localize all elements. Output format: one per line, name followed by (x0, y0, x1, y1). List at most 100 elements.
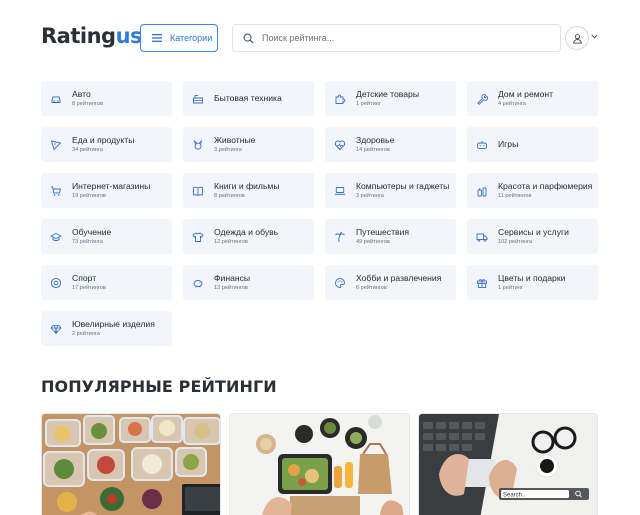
cart-icon (50, 185, 62, 197)
category-count: 1 рейтинг (356, 101, 381, 107)
rating-card[interactable] (229, 413, 410, 515)
gift-icon (476, 277, 488, 289)
category-tile[interactable]: Детские товары 1 рейтинг (325, 81, 456, 116)
category-name: Книги и фильмы (214, 181, 280, 191)
search-bar-text: Search.. (503, 493, 526, 499)
heart-pulse-icon (334, 139, 346, 151)
category-name: Сервисы и услуги (498, 227, 569, 237)
category-name: Интернет-магазины (72, 181, 151, 191)
header: Ratingus Категории (0, 0, 640, 76)
category-tile[interactable]: Здоровье 14 рейтингов (325, 127, 456, 162)
category-tile[interactable]: Хобби и развлечения 6 рейтингов (325, 265, 456, 300)
category-tile[interactable]: Дом и ремонт 4 рейтинга (467, 81, 598, 116)
search-box[interactable] (232, 24, 561, 52)
rating-card[interactable]: Search.. (417, 413, 598, 515)
logo-main: Rating (41, 24, 116, 48)
category-count: 3 рейтинга (214, 147, 242, 153)
category-tile[interactable]: Красота и парфюмерия 11 рейтингов (467, 173, 598, 208)
menu-icon (152, 34, 162, 42)
piggy-bank-icon (192, 277, 204, 289)
logo[interactable]: Ratingus (41, 24, 143, 48)
categories-button-label: Категории (170, 33, 213, 43)
category-count: 14 рейтингов (356, 147, 390, 153)
category-name: Хобби и развлечения (356, 273, 442, 283)
category-count: 34 рейтинга (72, 147, 103, 153)
category-name: Бытовая техника (214, 93, 282, 103)
category-tile[interactable]: Еда и продукты 34 рейтинга (41, 127, 172, 162)
category-name: Игры (498, 139, 519, 149)
category-name: Компьютеры и гаджеты (356, 181, 450, 191)
category-name: Детские товары (356, 89, 420, 99)
category-count: 19 рейтингов (72, 193, 106, 199)
category-name: Здоровье (356, 135, 395, 145)
category-name: Путешествия (356, 227, 410, 237)
diamond-icon (50, 323, 62, 335)
gamepad-icon (476, 139, 488, 151)
popular-cards: Search.. (41, 413, 598, 515)
category-name: Еда и продукты (72, 135, 135, 145)
category-name: Красота и парфюмерия (498, 181, 593, 191)
food-delivery-box-photo (230, 414, 409, 515)
category-count: 17 рейтингов (72, 285, 106, 291)
ball-icon (50, 277, 62, 289)
category-name: Авто (72, 89, 91, 99)
appliance-icon (192, 93, 204, 105)
graduation-cap-icon (50, 231, 62, 243)
category-tile[interactable]: Авто 8 рейтингов (41, 81, 172, 116)
category-tile[interactable]: Животные 3 рейтинга (183, 127, 314, 162)
user-icon (572, 33, 582, 44)
category-name: Спорт (72, 273, 97, 283)
perfume-icon (476, 185, 488, 197)
wrench-icon (476, 93, 488, 105)
palette-icon (334, 277, 346, 289)
category-name: Финансы (214, 273, 251, 283)
truck-icon (476, 231, 488, 243)
category-tile[interactable]: Компьютеры и гаджеты 3 рейтинга (325, 173, 456, 208)
category-count: 12 рейтингов (214, 239, 248, 245)
category-count: 11 рейтингов (498, 193, 532, 199)
category-tile[interactable]: Обучение 73 рейтинга (41, 219, 172, 254)
category-tile[interactable]: Бытовая техника (183, 81, 314, 116)
category-tile[interactable]: Цветы и подарки 1 рейтинг (467, 265, 598, 300)
popular-section-title: ПОПУЛЯРНЫЕ РЕЙТИНГИ (41, 377, 277, 396)
category-name: Дом и ремонт (498, 89, 554, 99)
category-tile[interactable]: Сервисы и услуги 102 рейтинга (467, 219, 598, 254)
category-count: 2 рейтинга (72, 331, 100, 337)
car-icon (50, 93, 62, 105)
category-name: Ювелирные изделия (72, 319, 155, 329)
user-avatar-button[interactable] (565, 26, 589, 50)
category-count: 6 рейтингов (356, 285, 387, 291)
category-tile[interactable]: Интернет-магазины 19 рейтингов (41, 173, 172, 208)
meal-prep-containers-photo (42, 414, 221, 515)
palm-tree-icon (334, 231, 346, 243)
category-count: 1 рейтинг (498, 285, 523, 291)
search-input[interactable] (262, 33, 542, 43)
category-name: Животные (214, 135, 256, 145)
tshirt-icon (192, 231, 204, 243)
logo-accent: us (115, 24, 143, 48)
category-count: 8 рейтингов (72, 101, 103, 107)
search-icon (243, 33, 254, 44)
category-count: 4 рейтинга (498, 101, 526, 107)
category-tile[interactable]: Игры (467, 127, 598, 162)
category-grid: Авто 8 рейтингов Бытовая техника Детские … (41, 81, 598, 346)
book-icon (192, 185, 204, 197)
categories-button[interactable]: Категории (140, 24, 218, 52)
category-tile[interactable]: Книги и фильмы 8 рейтингов (183, 173, 314, 208)
category-name: Цветы и подарки (498, 273, 566, 283)
chevron-down-icon[interactable] (591, 34, 598, 39)
pizza-slice-icon (50, 139, 62, 151)
category-tile[interactable]: Ювелирные изделия 2 рейтинга (41, 311, 172, 346)
category-tile[interactable]: Спорт 17 рейтингов (41, 265, 172, 300)
category-tile[interactable]: Финансы 13 рейтингов (183, 265, 314, 300)
category-count: 8 рейтингов (214, 193, 245, 199)
category-name: Одежда и обувь (214, 227, 279, 237)
puzzle-icon (334, 93, 346, 105)
category-tile[interactable]: Путешествия 49 рейтингов (325, 219, 456, 254)
laptop-typing-photo: Search.. (418, 414, 597, 515)
category-count: 49 рейтингов (356, 239, 390, 245)
category-tile[interactable]: Одежда и обувь 12 рейтингов (183, 219, 314, 254)
category-count: 3 рейтинга (356, 193, 384, 199)
category-count: 13 рейтингов (214, 285, 248, 291)
rating-card[interactable] (41, 413, 222, 515)
